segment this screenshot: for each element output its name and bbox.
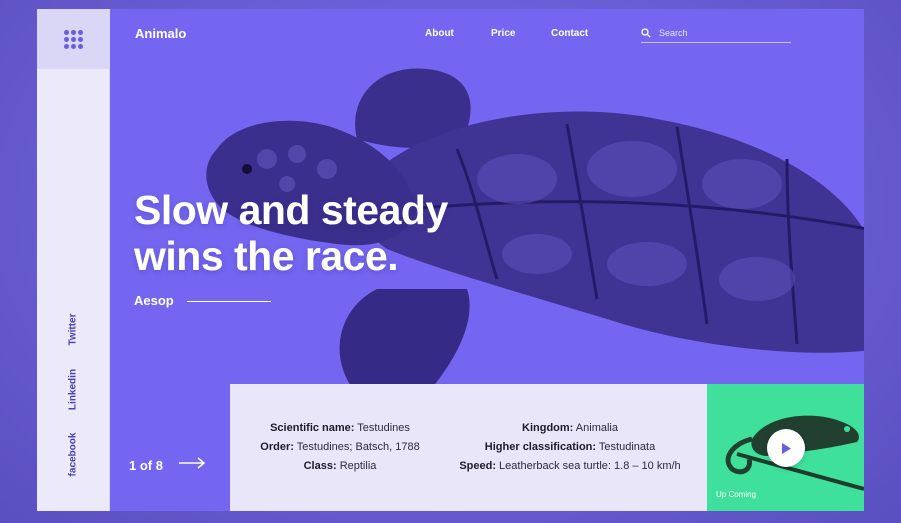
info-row-kingdom: Kingdom: Animalia <box>522 422 618 434</box>
info-row-higher-classification: Higher classification: Testudinata <box>484 441 656 453</box>
play-icon <box>782 442 791 454</box>
brand-logo[interactable]: Animalo <box>135 26 186 41</box>
info-card: Scientific name: Testudines Order: Testu… <box>230 384 707 511</box>
sidebar: Twitter Linkedin facebook <box>37 9 110 511</box>
search-bar <box>641 24 791 43</box>
search-icon[interactable] <box>641 28 651 38</box>
next-arrow-icon[interactable] <box>177 456 207 470</box>
quote-author: Aesop <box>134 293 174 308</box>
app-frame: Twitter Linkedin facebook Animalo About … <box>37 9 864 511</box>
author-divider <box>187 301 271 302</box>
headline-line-2: wins the race. <box>134 233 399 279</box>
play-button[interactable] <box>767 429 805 467</box>
twitter-link[interactable]: Twitter <box>68 313 79 345</box>
info-column-right: Kingdom: Animalia Higher classification:… <box>450 419 690 476</box>
info-row-scientific-name: Scientific name: Testudines <box>270 422 410 434</box>
linkedin-link[interactable]: Linkedin <box>68 369 79 410</box>
headline-line-1: Slow and steady <box>134 187 448 233</box>
info-row-order: Order: Testudines; Batsch, 1788 <box>260 441 420 453</box>
facebook-link[interactable]: facebook <box>68 433 79 477</box>
info-row-class: Class: Reptilia <box>303 460 377 472</box>
nav-contact[interactable]: Contact <box>551 28 588 39</box>
menu-button[interactable] <box>37 9 109 69</box>
nav-price[interactable]: Price <box>491 28 515 39</box>
info-column-left: Scientific name: Testudines Order: Testu… <box>260 419 420 476</box>
hero-headline: Slow and steady wins the race. <box>134 187 448 279</box>
slide-counter: 1 of 8 <box>129 458 163 473</box>
search-input[interactable] <box>659 28 779 38</box>
upcoming-card[interactable]: Up Coming <box>707 384 864 511</box>
grid-menu-icon <box>63 29 83 49</box>
upcoming-label: Up Coming <box>716 490 757 499</box>
info-row-speed: Speed: Leatherback sea turtle: 1.8 – 10 … <box>459 460 681 472</box>
nav-about[interactable]: About <box>425 28 454 39</box>
